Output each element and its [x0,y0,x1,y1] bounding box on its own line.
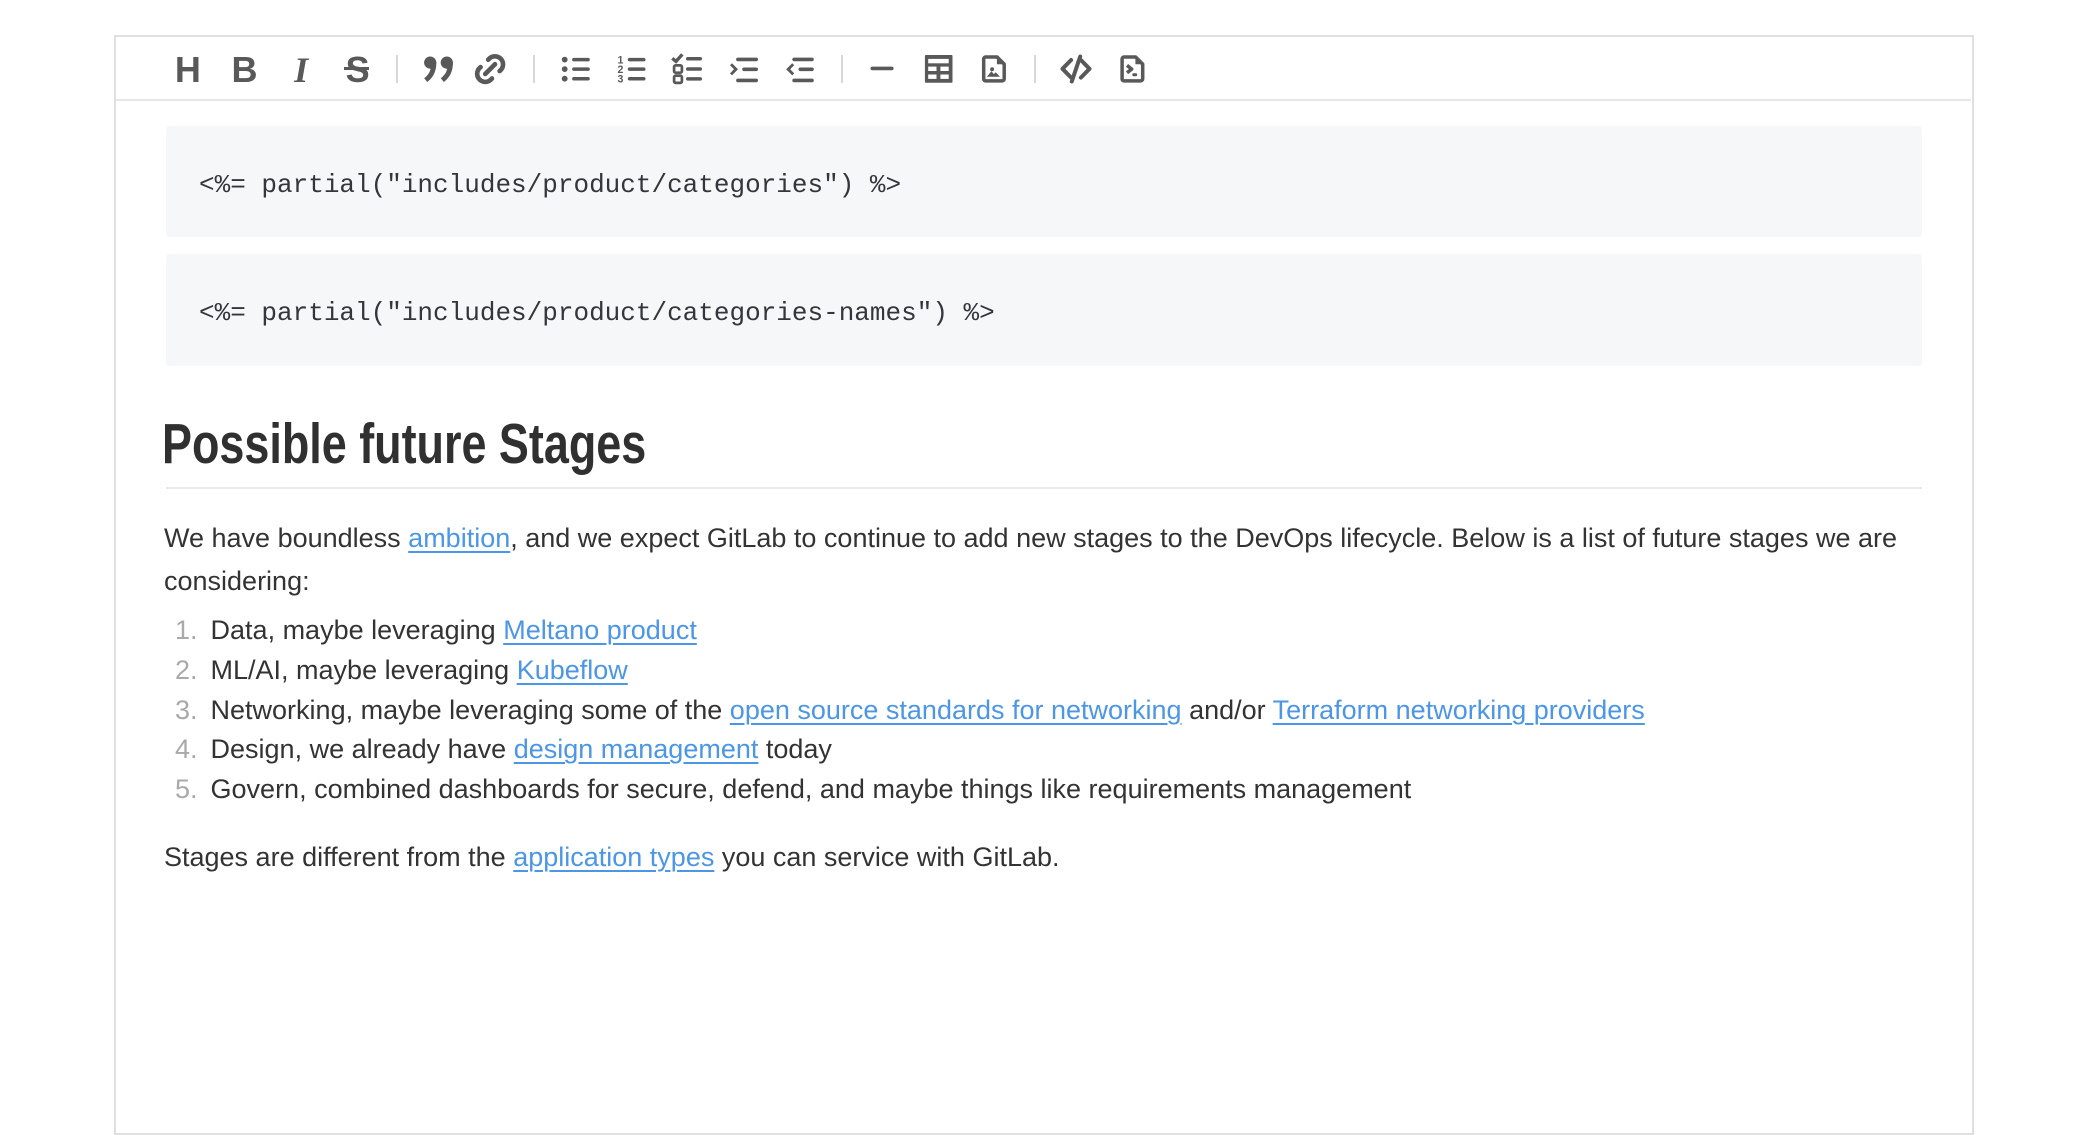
svg-text:3: 3 [618,74,624,86]
